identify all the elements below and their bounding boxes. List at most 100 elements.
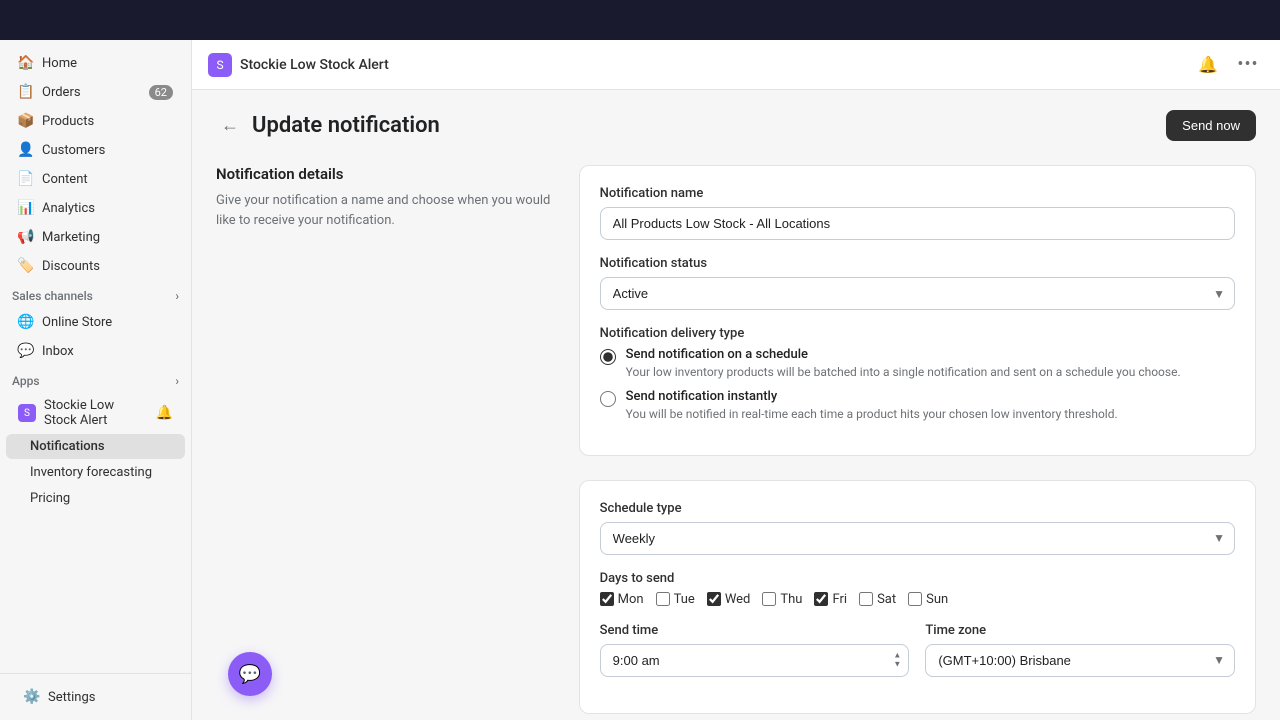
sidebar-item-analytics[interactable]: 📊 Analytics (6, 194, 185, 222)
day-wed-label: Wed (725, 592, 751, 607)
day-sat-checkbox[interactable] (859, 592, 873, 606)
time-timezone-row: Send time 9:00 am 10:00 am 11:00 am ▲ ▼ (600, 623, 1235, 693)
sidebar-item-settings[interactable]: ⚙️ Settings (12, 683, 179, 711)
days-to-send-label: Days to send (600, 571, 1235, 586)
home-icon: 🏠 (18, 55, 34, 71)
schedule-type-wrapper: Daily Weekly Monthly ▼ (600, 522, 1235, 555)
sidebar-item-discounts[interactable]: 🏷️ Discounts (6, 252, 185, 280)
back-button[interactable]: ← (216, 112, 244, 140)
day-wed: Wed (707, 592, 751, 607)
sidebar-item-marketing[interactable]: 📢 Marketing (6, 223, 185, 251)
sidebar-item-notifications[interactable]: Notifications (6, 434, 185, 459)
schedule-card: Schedule type Daily Weekly Monthly ▼ (579, 480, 1256, 714)
sales-channels-expand-icon[interactable]: › (175, 289, 179, 303)
schedule-type-select[interactable]: Daily Weekly Monthly (600, 522, 1235, 555)
inbox-icon: 💬 (18, 343, 34, 359)
products-icon: 📦 (18, 113, 34, 129)
notification-status-select[interactable]: Active Inactive (600, 277, 1235, 310)
sidebar-item-customers[interactable]: 👤 Customers (6, 136, 185, 164)
day-thu-checkbox[interactable] (762, 592, 776, 606)
day-mon-checkbox[interactable] (600, 592, 614, 606)
day-tue-checkbox[interactable] (656, 592, 670, 606)
app-header: S Stockie Low Stock Alert 🔔 ••• (192, 40, 1280, 90)
customers-icon: 👤 (18, 142, 34, 158)
stockie-bell-icon: 🔔 (156, 405, 173, 421)
sidebar-item-online-store[interactable]: 🌐 Online Store (6, 308, 185, 336)
sidebar-item-pricing-label: Pricing (30, 491, 70, 506)
notification-status-wrapper: Active Inactive ▼ (600, 277, 1235, 310)
page-content: ← Update notification Send now Notificat… (192, 90, 1280, 720)
notification-status-field: Notification status Active Inactive ▼ (600, 256, 1235, 310)
schedule-type-label: Schedule type (600, 501, 1235, 516)
bell-button[interactable]: 🔔 (1192, 49, 1224, 81)
day-sun-checkbox[interactable] (908, 592, 922, 606)
sidebar-item-products[interactable]: 📦 Products (6, 107, 185, 135)
day-wed-checkbox[interactable] (707, 592, 721, 606)
page-header: ← Update notification Send now (216, 110, 1256, 141)
content-icon: 📄 (18, 171, 34, 187)
app-header-title: Stockie Low Stock Alert (240, 57, 1184, 73)
sidebar-item-stockie[interactable]: S Stockie Low Stock Alert 🔔 (6, 393, 185, 433)
sidebar-item-inventory-forecasting[interactable]: Inventory forecasting (6, 460, 185, 485)
day-fri-checkbox[interactable] (814, 592, 828, 606)
timezone-select[interactable]: (GMT+10:00) Brisbane (GMT+00:00) UTC (GM… (925, 644, 1235, 677)
sidebar-item-content[interactable]: 📄 Content (6, 165, 185, 193)
notification-details-desc: Give your notification a name and choose… (216, 191, 555, 230)
chat-button[interactable]: 💬 (228, 652, 272, 696)
days-to-send-field: Days to send Mon Tue (600, 571, 1235, 607)
day-thu: Thu (762, 592, 802, 607)
sales-channels-header: Sales channels › (0, 281, 191, 307)
schedule-radio[interactable] (600, 349, 616, 365)
page-title: Update notification (252, 113, 440, 138)
sidebar-item-stockie-label: Stockie Low Stock Alert (44, 398, 148, 428)
schedule-type-field: Schedule type Daily Weekly Monthly ▼ (600, 501, 1235, 555)
sidebar-item-orders[interactable]: 📋 Orders 62 (6, 78, 185, 106)
notification-status-label: Notification status (600, 256, 1235, 271)
settings-icon: ⚙️ (24, 689, 40, 705)
notification-name-label: Notification name (600, 186, 1235, 201)
marketing-icon: 📢 (18, 229, 34, 245)
stockie-app-icon: S (18, 404, 36, 422)
day-sat-label: Sat (877, 592, 896, 607)
sidebar-item-discounts-label: Discounts (42, 259, 100, 274)
day-tue-label: Tue (674, 592, 695, 607)
sidebar-item-pricing[interactable]: Pricing (6, 486, 185, 511)
day-mon-label: Mon (618, 592, 644, 607)
notification-name-field: Notification name (600, 186, 1235, 240)
apps-header: Apps › (0, 366, 191, 392)
day-fri: Fri (814, 592, 847, 607)
sidebar-item-notifications-label: Notifications (30, 439, 105, 454)
sidebar-item-inbox[interactable]: 💬 Inbox (6, 337, 185, 365)
send-time-wrapper: 9:00 am 10:00 am 11:00 am ▲ ▼ (600, 644, 910, 677)
day-tue: Tue (656, 592, 695, 607)
chat-icon: 💬 (239, 664, 261, 685)
instantly-radio[interactable] (600, 391, 616, 407)
timezone-field: Time zone (GMT+10:00) Brisbane (GMT+00:0… (925, 623, 1235, 693)
sidebar-item-home-label: Home (42, 56, 77, 71)
analytics-icon: 📊 (18, 200, 34, 216)
page-title-row: ← Update notification (216, 112, 440, 140)
top-bar (0, 0, 1280, 40)
more-button[interactable]: ••• (1232, 49, 1264, 81)
timezone-wrapper: (GMT+10:00) Brisbane (GMT+00:00) UTC (GM… (925, 644, 1235, 677)
day-sun: Sun (908, 592, 948, 607)
sidebar-item-products-label: Products (42, 114, 94, 129)
apps-expand-icon[interactable]: › (175, 374, 179, 388)
orders-badge: 62 (149, 85, 173, 100)
schedule-radio-option: Send notification on a schedule Your low… (600, 347, 1235, 381)
notification-name-input[interactable] (600, 207, 1235, 240)
sidebar-item-settings-label: Settings (48, 690, 95, 705)
day-thu-label: Thu (780, 592, 802, 607)
header-actions: 🔔 ••• (1192, 49, 1264, 81)
sidebar-item-marketing-label: Marketing (42, 230, 100, 245)
send-time-select[interactable]: 9:00 am 10:00 am 11:00 am (600, 644, 910, 677)
notification-details-card: Notification name Notification status Ac… (579, 165, 1256, 456)
sidebar-item-analytics-label: Analytics (42, 201, 95, 216)
schedule-radio-desc: Your low inventory products will be batc… (626, 364, 1181, 381)
sidebar-item-inbox-label: Inbox (42, 344, 74, 359)
discounts-icon: 🏷️ (18, 258, 34, 274)
sidebar-item-home[interactable]: 🏠 Home (6, 49, 185, 77)
sidebar-item-customers-label: Customers (42, 143, 105, 158)
notification-details-title: Notification details (216, 165, 555, 183)
send-now-button[interactable]: Send now (1166, 110, 1256, 141)
